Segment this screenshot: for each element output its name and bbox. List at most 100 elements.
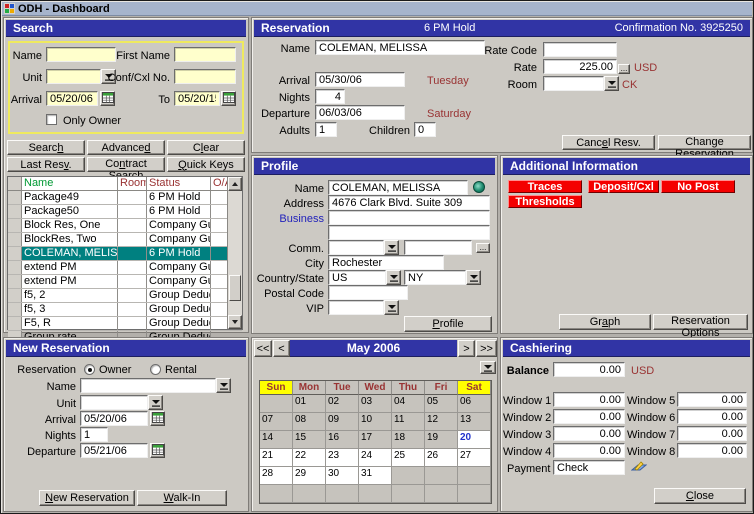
calendar-day[interactable]: 10	[359, 413, 392, 431]
search-conf-input[interactable]	[174, 69, 236, 84]
nr-arrival-calendar-button[interactable]	[150, 411, 165, 426]
results-scrollbar[interactable]	[227, 177, 242, 329]
thresholds-flag-button[interactable]: Thresholds	[508, 195, 582, 208]
nr-arrival-field[interactable]	[80, 411, 148, 426]
calendar-day-selected[interactable]: 20	[458, 431, 491, 449]
calendar-day[interactable]: 23	[326, 449, 359, 467]
only-owner-checkbox[interactable]	[46, 114, 57, 125]
walk-in-button[interactable]: Walk-In	[137, 490, 227, 506]
calendar-day[interactable]: 28	[260, 467, 293, 485]
close-button[interactable]: Close	[654, 488, 746, 504]
calendar-day[interactable]: 12	[425, 413, 458, 431]
table-row[interactable]: f5, 3Group Deduct	[8, 303, 242, 317]
profile-name-field[interactable]	[328, 180, 468, 195]
calendar-prev-button[interactable]: <	[273, 340, 290, 357]
nr-unit-field[interactable]	[80, 395, 148, 410]
calendar-day[interactable]: 05	[425, 395, 458, 413]
nr-unit-dropdown-button[interactable]	[148, 395, 163, 410]
rate-field[interactable]	[543, 59, 617, 74]
calendar-day[interactable]: 18	[392, 431, 425, 449]
calendar-day[interactable]: 27	[458, 449, 491, 467]
quick-keys-button[interactable]: Quick Keys	[167, 157, 245, 172]
rate-more-button[interactable]: ...	[618, 64, 630, 74]
search-button[interactable]: Search	[7, 140, 85, 155]
table-row[interactable]: BlockRes, TwoCompany Guara	[8, 233, 242, 247]
calendar-day[interactable]: 01	[293, 395, 326, 413]
calendar-day[interactable]: 04	[392, 395, 425, 413]
calendar-next-button[interactable]: >	[458, 340, 475, 357]
graph-button[interactable]: Graph	[559, 314, 651, 330]
nr-departure-calendar-button[interactable]	[150, 443, 165, 458]
calendar-day[interactable]	[326, 485, 359, 503]
window3-field[interactable]	[553, 426, 625, 441]
calendar-day[interactable]: 13	[458, 413, 491, 431]
rental-radio[interactable]	[150, 364, 161, 375]
res-children-field[interactable]	[414, 122, 436, 137]
calendar-day[interactable]: 16	[326, 431, 359, 449]
payment-field[interactable]	[553, 460, 625, 475]
postal-code-field[interactable]	[328, 285, 408, 300]
col-header-status[interactable]: Status	[147, 177, 211, 190]
state-field[interactable]	[404, 270, 466, 285]
res-adults-field[interactable]	[315, 122, 337, 137]
no-post-flag-button[interactable]: No Post	[661, 180, 735, 193]
calendar-day[interactable]: 19	[425, 431, 458, 449]
balance-field[interactable]	[553, 362, 625, 377]
calendar-day[interactable]: 09	[326, 413, 359, 431]
search-to-input[interactable]	[174, 91, 220, 106]
calendar-day[interactable]: 31	[359, 467, 392, 485]
calendar-day[interactable]	[260, 395, 293, 413]
address2-field[interactable]	[328, 225, 490, 240]
vip-field[interactable]	[328, 300, 384, 315]
calendar-day[interactable]: 29	[293, 467, 326, 485]
table-row[interactable]: Block Res, OneCompany Guara	[8, 219, 242, 233]
window1-field[interactable]	[553, 392, 625, 407]
table-row[interactable]: extend PMCompany Guara	[8, 275, 242, 289]
nr-name-dropdown-button[interactable]	[216, 378, 231, 393]
business-label[interactable]: Business	[252, 212, 324, 226]
window4-field[interactable]	[553, 443, 625, 458]
clear-button[interactable]: Clear	[167, 140, 245, 155]
address-field[interactable]	[328, 195, 490, 210]
window2-field[interactable]	[553, 409, 625, 424]
calendar-day[interactable]: 11	[392, 413, 425, 431]
col-header-room[interactable]: Room	[118, 177, 147, 190]
calendar-day[interactable]: 24	[359, 449, 392, 467]
table-row[interactable]: Package496 PM Hold	[8, 191, 242, 205]
room-dropdown-button[interactable]	[604, 76, 619, 91]
window6-field[interactable]	[677, 409, 747, 424]
owner-radio[interactable]	[84, 364, 95, 375]
calendar-day[interactable]: 06	[458, 395, 491, 413]
deposit-cxl-flag-button[interactable]: Deposit/Cxl	[588, 180, 659, 193]
traces-flag-button[interactable]: Traces	[508, 180, 582, 193]
comm-more-button[interactable]: ...	[476, 243, 490, 253]
reservation-options-button[interactable]: Reservation Options	[653, 314, 748, 330]
country-field[interactable]	[328, 270, 386, 285]
calendar-day[interactable]	[458, 467, 491, 485]
city-field[interactable]	[328, 255, 444, 270]
calendar-last-button[interactable]: >>	[476, 340, 497, 357]
calendar-first-button[interactable]: <<	[254, 340, 272, 357]
calendar-day[interactable]: 08	[293, 413, 326, 431]
calendar-day[interactable]: 21	[260, 449, 293, 467]
calendar-day[interactable]: 15	[293, 431, 326, 449]
calendar-day[interactable]	[359, 485, 392, 503]
last-resv-button[interactable]: Last Resv.	[7, 157, 85, 172]
calendar-day[interactable]: 03	[359, 395, 392, 413]
table-row-selected[interactable]: COLEMAN, MELISSA6 PM Hold	[8, 247, 242, 261]
search-first-name-input[interactable]	[174, 47, 236, 62]
calendar-day[interactable]: 26	[425, 449, 458, 467]
comm-type-field[interactable]	[328, 240, 384, 255]
calendar-day[interactable]	[293, 485, 326, 503]
search-arrival-calendar-button[interactable]	[100, 91, 115, 106]
scrollbar-thumb[interactable]	[229, 275, 241, 301]
scroll-down-button[interactable]	[228, 315, 242, 329]
nr-departure-field[interactable]	[80, 443, 148, 458]
comm-dropdown-button[interactable]	[384, 240, 399, 255]
business-field[interactable]	[328, 210, 490, 225]
new-reservation-button[interactable]: New Reservation	[39, 490, 135, 506]
search-unit-input[interactable]	[46, 69, 101, 84]
calendar-day[interactable]	[392, 485, 425, 503]
rate-code-field[interactable]	[543, 42, 617, 57]
calendar-day[interactable]	[425, 485, 458, 503]
